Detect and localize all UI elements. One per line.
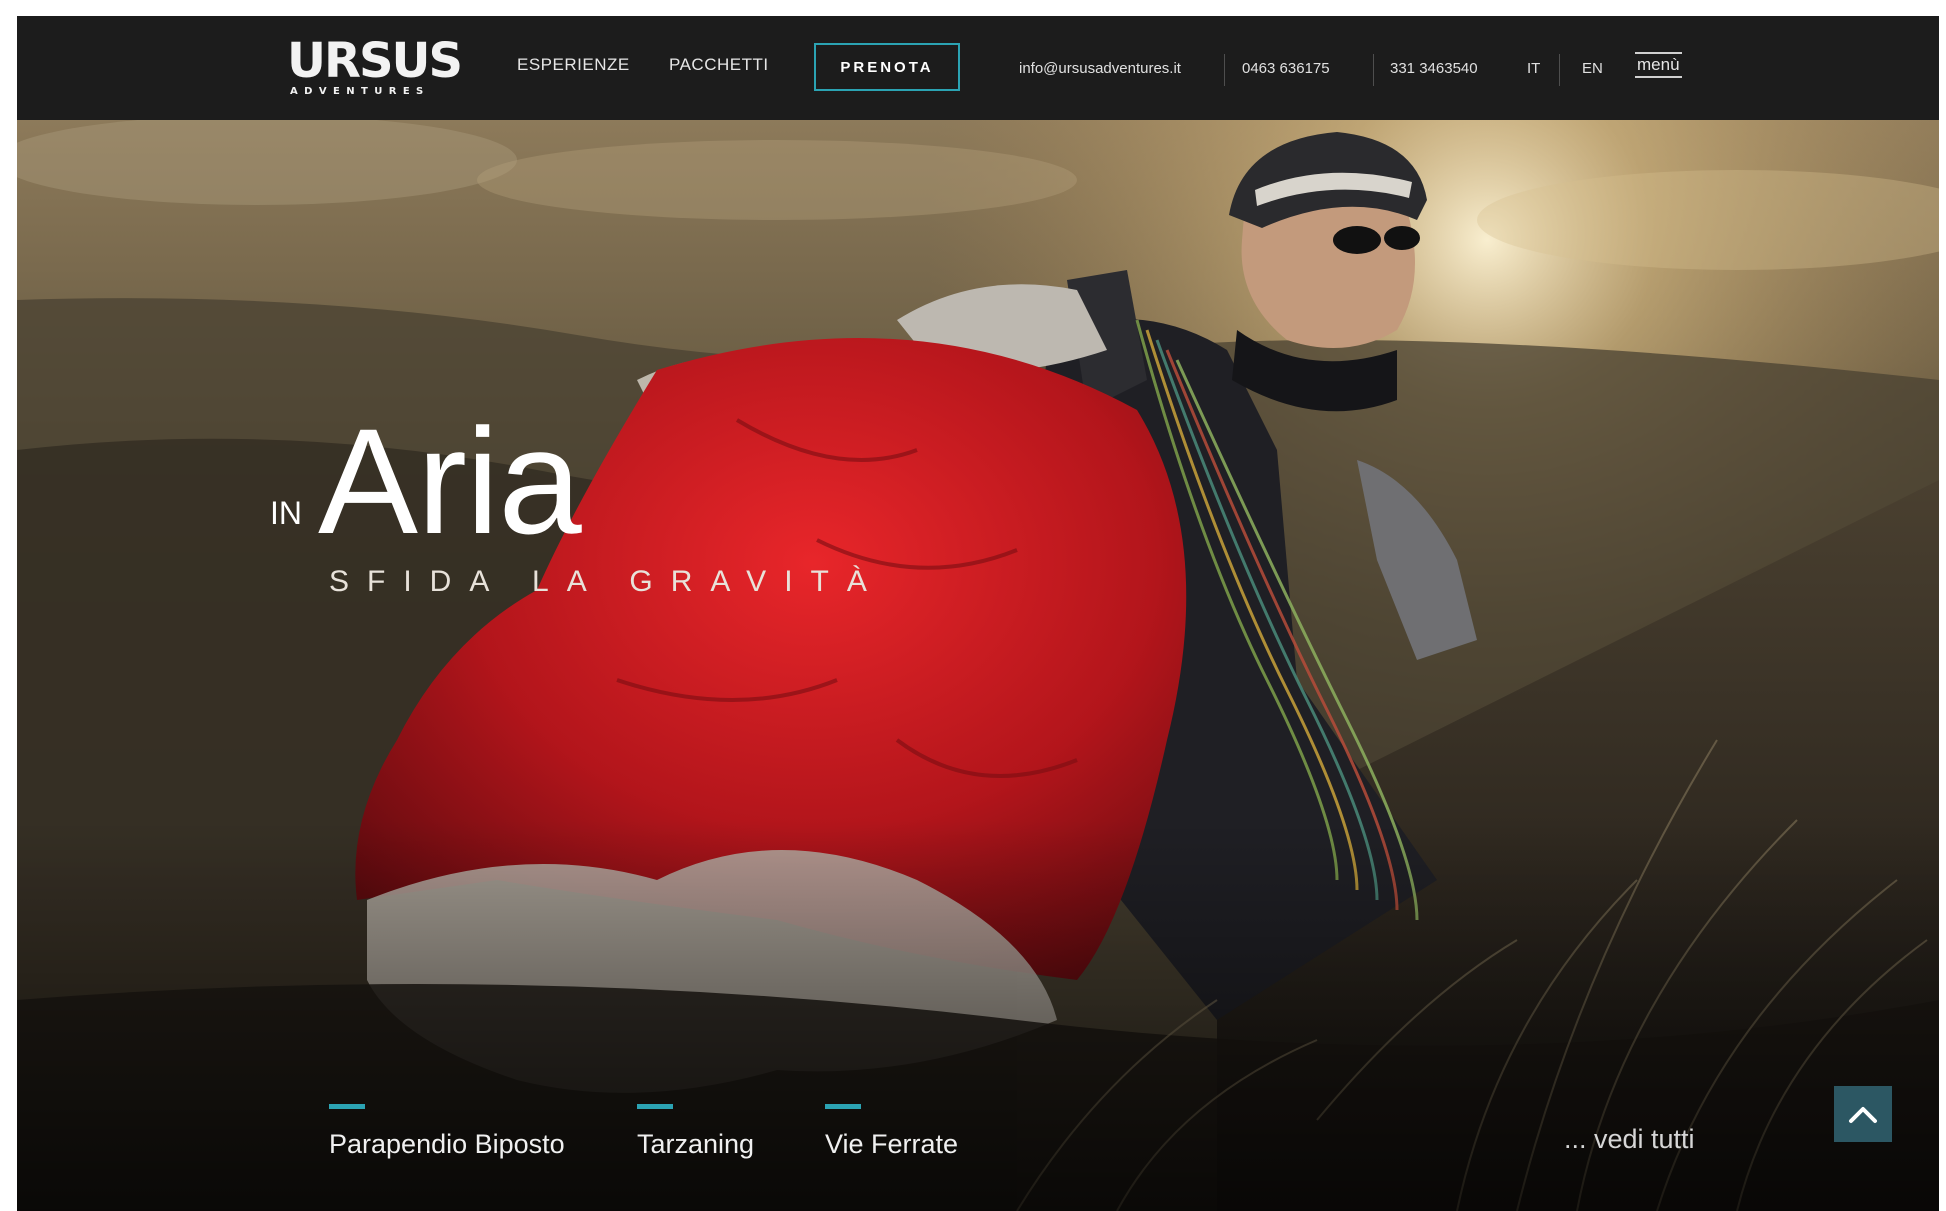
accent-dash (329, 1104, 365, 1109)
hero-background-image (17, 120, 1939, 1211)
divider (1224, 54, 1225, 86)
chevron-up-icon (1849, 1107, 1877, 1123)
hero-title-word: Aria (318, 397, 582, 565)
nav-pacchetti[interactable]: PACCHETTI (669, 55, 769, 75)
experience-label: Vie Ferrate (825, 1129, 959, 1159)
experience-label: Tarzaning (637, 1129, 755, 1159)
email-link[interactable]: info@ursusadventures.it (1019, 60, 1181, 78)
brand-logo[interactable]: URSUS ADVENTURES (287, 34, 463, 104)
accent-dash (825, 1104, 861, 1109)
prenota-button[interactable]: PRENOTA (814, 43, 960, 91)
accent-dash (637, 1104, 673, 1109)
hero-section: IN Aria SFIDA LA GRAVITÀ Parapendio Bipo… (17, 120, 1939, 1211)
menu-button[interactable]: menù (1635, 52, 1682, 78)
logo-text: URSUS (287, 33, 463, 89)
page: URSUS ADVENTURES ESPERIENZE PACCHETTI PR… (17, 16, 1939, 1211)
see-all-link[interactable]: ... vedi tutti (1564, 1124, 1695, 1154)
top-navigation-bar: URSUS ADVENTURES ESPERIENZE PACCHETTI PR… (17, 16, 1939, 120)
scroll-to-top-button[interactable] (1834, 1086, 1892, 1142)
divider (1373, 54, 1374, 86)
language-en[interactable]: EN (1582, 60, 1603, 78)
hero-subtitle: SFIDA LA GRAVITÀ (329, 565, 885, 598)
experience-label: Parapendio Biposto (329, 1129, 565, 1159)
language-it[interactable]: IT (1527, 60, 1540, 78)
divider (1559, 54, 1560, 86)
logo-subtext: ADVENTURES (290, 86, 430, 97)
nav-esperienze[interactable]: ESPERIENZE (517, 55, 630, 75)
phone-link-1[interactable]: 0463 636175 (1242, 60, 1330, 78)
hero-title-prefix: IN (270, 495, 302, 531)
phone-link-2[interactable]: 331 3463540 (1390, 60, 1478, 78)
